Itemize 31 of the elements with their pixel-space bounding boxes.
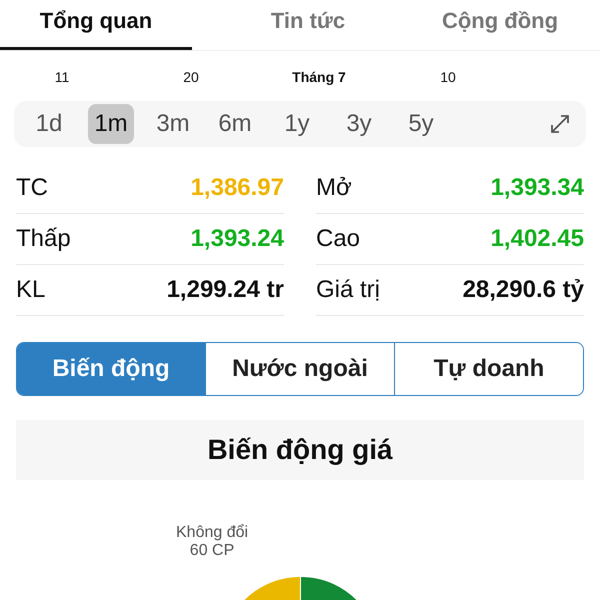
stat-value: 1,402.45: [490, 225, 584, 253]
tab[interactable]: Tổng quan: [0, 0, 192, 50]
axis-label: 20: [183, 69, 199, 85]
stat-value: 1,393.24: [190, 225, 284, 253]
stat-label: Thấp: [16, 225, 71, 253]
period-button[interactable]: 1d: [30, 104, 68, 144]
stat-value: 1,299.24 tr: [166, 276, 284, 304]
period-button[interactable]: 1y: [278, 104, 316, 144]
stat-label: TC: [16, 174, 48, 202]
segment-tab[interactable]: Biến động: [17, 343, 205, 395]
segment-tab[interactable]: Tự doanh: [394, 343, 583, 395]
stat-value: 1,386.97: [190, 174, 284, 202]
section-title: Biến động giá: [16, 420, 584, 480]
axis-label: 10: [440, 69, 456, 85]
axis-label: Tháng 7: [292, 69, 346, 85]
period-button[interactable]: 5y: [402, 104, 440, 144]
pie-label: Không đổi 60 CP: [176, 524, 248, 560]
stat-label: KL: [16, 276, 46, 304]
axis-label: 11: [54, 69, 70, 85]
expand-icon[interactable]: [548, 112, 572, 136]
period-button[interactable]: 6m: [212, 104, 258, 144]
stat-label: Cao: [316, 225, 360, 253]
stat-label: Mở: [316, 174, 352, 202]
tab[interactable]: Tin tức: [212, 0, 404, 50]
period-button[interactable]: 3y: [340, 104, 378, 144]
tab[interactable]: Cộng đồng: [404, 0, 596, 50]
period-button[interactable]: 3m: [150, 104, 196, 144]
stat-value: 1,393.34: [490, 174, 584, 202]
period-button[interactable]: 1m: [88, 104, 134, 144]
stat-value: 28,290.6 tỷ: [462, 276, 584, 304]
stat-label: Giá trị: [316, 276, 380, 304]
